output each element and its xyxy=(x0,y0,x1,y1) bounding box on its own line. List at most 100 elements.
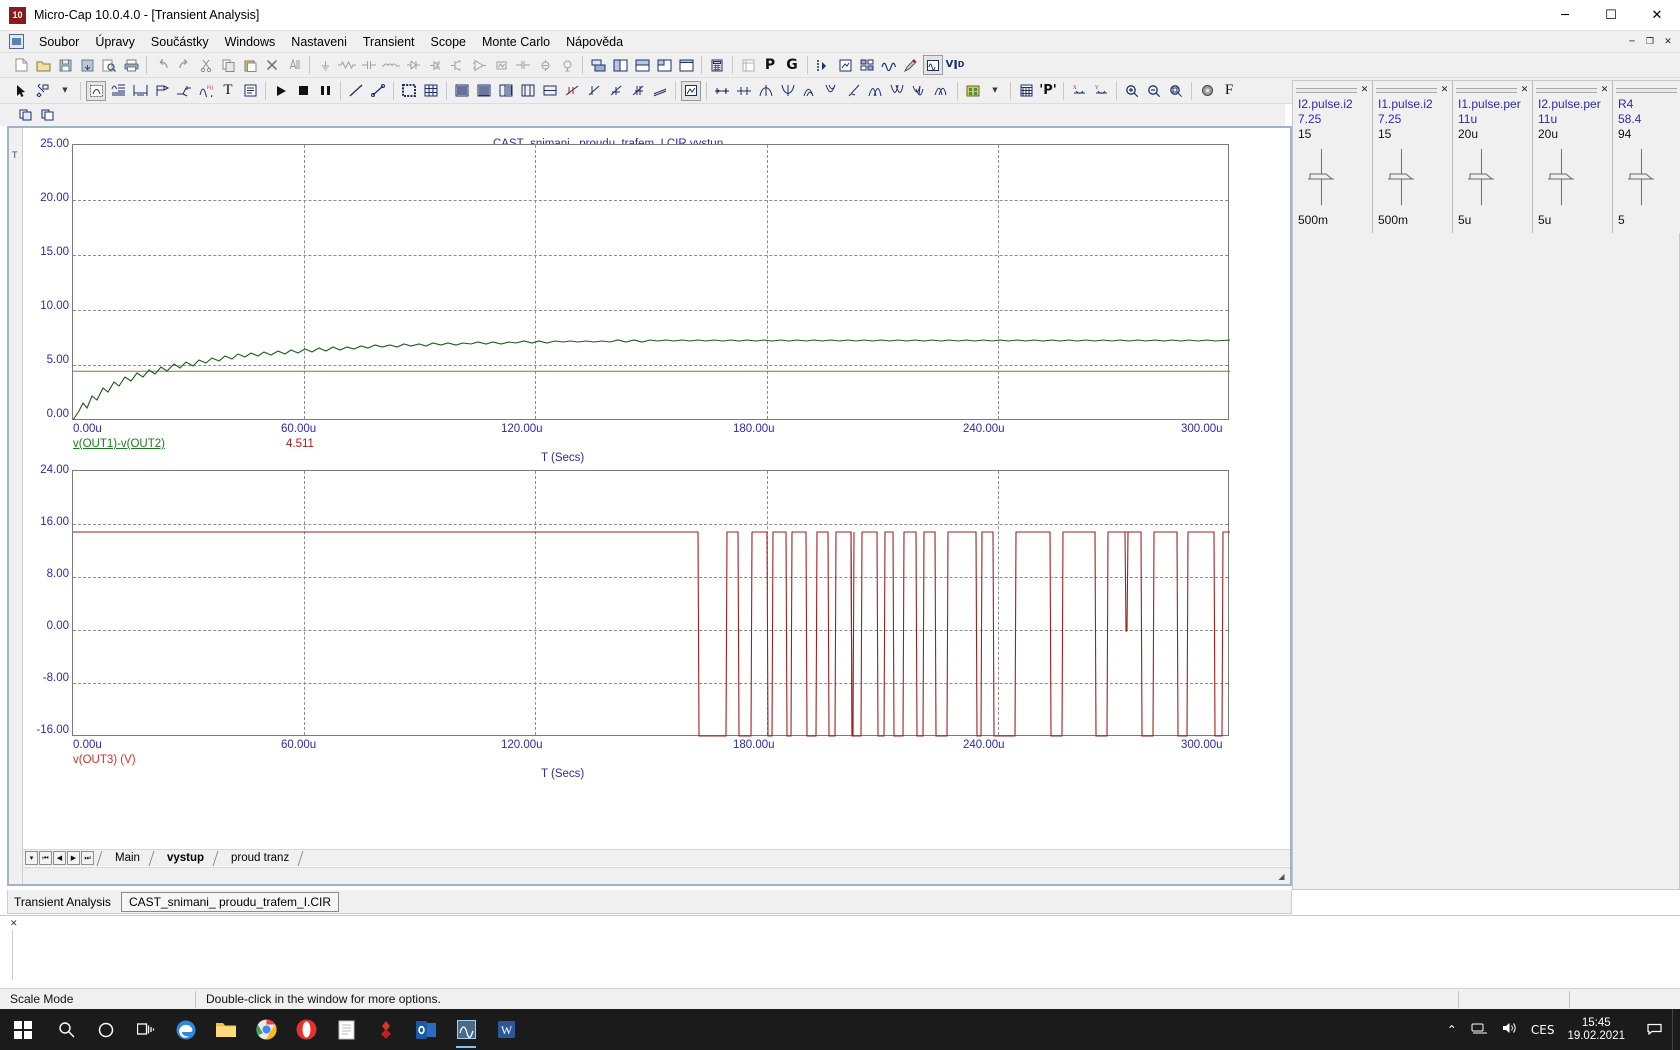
network-icon[interactable] xyxy=(1464,1022,1494,1038)
plot-horizontal-scrollbar[interactable]: ◢ xyxy=(23,867,1290,884)
cascade-icon[interactable] xyxy=(654,55,674,75)
zoom-out-icon[interactable] xyxy=(1144,81,1164,101)
slider-panel-header[interactable]: ✕ xyxy=(1616,85,1680,95)
word-icon[interactable]: W xyxy=(486,1009,526,1050)
vert-cursor-icon[interactable] xyxy=(734,81,754,101)
undo-icon[interactable] xyxy=(152,55,172,75)
copy-icon[interactable] xyxy=(218,55,238,75)
drag-grip-icon[interactable] xyxy=(1616,87,1677,93)
flag-icon[interactable] xyxy=(152,81,172,101)
pause-icon[interactable] xyxy=(315,81,335,101)
search-icon[interactable] xyxy=(46,1009,86,1050)
menu-scope[interactable]: Scope xyxy=(423,33,474,51)
page-tab-vystup[interactable]: vystup xyxy=(158,850,211,866)
file-explorer-icon[interactable] xyxy=(206,1009,246,1050)
thumbnail-icon[interactable] xyxy=(681,80,701,101)
menu-monte-carlo[interactable]: Monte Carlo xyxy=(474,33,558,51)
global-wave-icon[interactable] xyxy=(910,81,930,101)
line-icon[interactable] xyxy=(346,81,366,101)
redo-icon[interactable] xyxy=(174,55,194,75)
window-icon[interactable] xyxy=(540,81,560,101)
slider-panel-header[interactable]: ✕ xyxy=(1376,85,1449,95)
page-icon[interactable] xyxy=(835,55,855,75)
menu-soucastky[interactable]: Součástky xyxy=(143,33,217,51)
slider-panel-i1-pulse-i2[interactable]: ✕ I1.pulse.i2 7.25 15 500m xyxy=(1373,81,1453,233)
peak-icon[interactable] xyxy=(584,81,604,101)
close-icon[interactable]: ✕ xyxy=(1600,85,1609,95)
component-icon[interactable] xyxy=(33,81,53,101)
node-icon[interactable] xyxy=(513,55,533,75)
chart-1-plot-area[interactable] xyxy=(72,144,1230,421)
new-file-icon[interactable] xyxy=(11,55,31,75)
slider-panel-header[interactable]: ✕ xyxy=(1456,85,1529,95)
marker-pen-icon[interactable] xyxy=(901,55,921,75)
slider-panel-i2-pulse-i2[interactable]: ✕ I2.pulse.i2 7.25 15 500m xyxy=(1293,81,1373,233)
slider-thumb[interactable] xyxy=(1547,173,1575,185)
inflection-wave-icon[interactable] xyxy=(866,81,886,101)
drag-grip-icon[interactable] xyxy=(1296,87,1357,93)
paste-icon[interactable] xyxy=(240,55,260,75)
color-wheel-icon[interactable] xyxy=(1197,81,1217,101)
message-output-pane[interactable]: ✕ xyxy=(0,915,1680,988)
slider-panel-header[interactable]: ✕ xyxy=(1536,85,1609,95)
close-icon[interactable]: ✕ xyxy=(1440,85,1449,95)
cut-icon[interactable] xyxy=(196,55,216,75)
function-icon[interactable]: F() xyxy=(196,81,216,101)
line-node-icon[interactable] xyxy=(368,81,388,101)
highlow-icon[interactable] xyxy=(628,81,648,101)
transistor-icon[interactable] xyxy=(447,55,467,75)
save-icon[interactable] xyxy=(55,55,75,75)
diode-icon[interactable] xyxy=(403,55,423,75)
top-wave-icon[interactable] xyxy=(932,81,952,101)
slope-icon[interactable] xyxy=(650,81,670,101)
table-icon[interactable] xyxy=(738,55,758,75)
meter-icon[interactable] xyxy=(557,55,577,75)
paste-window-icon[interactable] xyxy=(37,105,57,125)
slider-panel-i2-pulse-per[interactable]: ✕ I2.pulse.per 11u 20u 5u xyxy=(1533,81,1613,233)
tile-icon[interactable] xyxy=(588,55,608,75)
properties-icon[interactable] xyxy=(240,81,260,101)
node-number-icon[interactable] xyxy=(813,55,833,75)
print-preview-icon[interactable] xyxy=(99,55,119,75)
mdi-close-button[interactable]: ✕ xyxy=(1660,34,1676,50)
run-icon[interactable] xyxy=(271,81,291,101)
open-folder-icon[interactable] xyxy=(33,55,53,75)
close-icon[interactable]: ✕ xyxy=(1360,85,1369,95)
menu-napoveda[interactable]: Nápověda xyxy=(558,33,631,51)
mdi-minimize-button[interactable]: ─ xyxy=(1624,34,1640,50)
dropdown-arrow-icon[interactable]: ▼ xyxy=(55,81,75,101)
minimize-button[interactable]: ─ xyxy=(1542,0,1588,31)
circuit-window-icon[interactable] xyxy=(923,55,943,75)
zoom-fit-icon[interactable] xyxy=(1166,81,1186,101)
chevron-up-icon[interactable]: ⌃ xyxy=(1440,1023,1464,1037)
chart-2-plot-area[interactable] xyxy=(72,470,1230,737)
opamp-icon[interactable] xyxy=(469,55,489,75)
show-desktop-button[interactable] xyxy=(1672,1009,1680,1050)
jfet-icon[interactable] xyxy=(425,55,445,75)
document-icon[interactable] xyxy=(9,34,24,49)
chart-2-legend-trace[interactable]: v(OUT3) (V) xyxy=(73,754,136,766)
peak-wave-icon[interactable] xyxy=(756,81,776,101)
zoom-in-icon[interactable] xyxy=(1122,81,1142,101)
page-tab-proud-tranz[interactable]: proud tranz xyxy=(222,850,296,866)
delete-icon[interactable] xyxy=(262,55,282,75)
waveform-icon[interactable] xyxy=(879,55,899,75)
split-horizontal-icon[interactable] xyxy=(632,55,652,75)
horiz-cursor-icon[interactable] xyxy=(712,81,732,101)
menu-soubor[interactable]: Soubor xyxy=(31,33,87,51)
menu-windows[interactable]: Windows xyxy=(217,33,284,51)
resistor-icon[interactable] xyxy=(337,55,357,75)
page-next-button[interactable]: ▶ xyxy=(67,851,80,865)
valley-wave-icon[interactable] xyxy=(778,81,798,101)
vid-icon[interactable]: VID xyxy=(945,55,965,75)
page-last-button[interactable]: ⏭ xyxy=(81,851,94,865)
microcap-icon[interactable] xyxy=(446,1009,486,1050)
cortana-icon[interactable] xyxy=(86,1009,126,1050)
stop-icon[interactable] xyxy=(293,81,313,101)
cursor-mode-icon[interactable] xyxy=(562,81,582,101)
notepad-icon[interactable] xyxy=(326,1009,366,1050)
box-icon[interactable] xyxy=(399,81,419,101)
slider-panel-r4[interactable]: ✕ R4 58.4 94 5 xyxy=(1613,81,1680,233)
split-vertical-icon[interactable] xyxy=(610,55,630,75)
chart-1-legend-value[interactable]: 4.511 xyxy=(286,438,314,450)
